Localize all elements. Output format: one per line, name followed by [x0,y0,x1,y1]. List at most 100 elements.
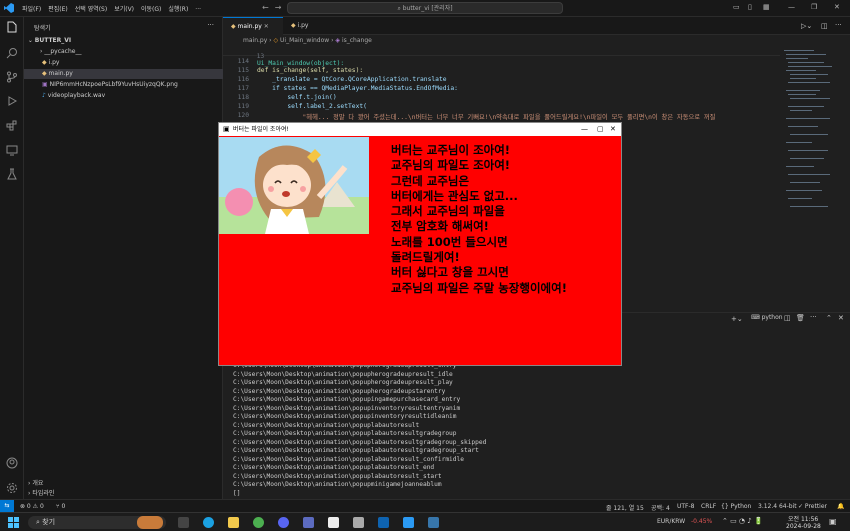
popup-window: ▣ 버터는 파일이 조아여! — ▢ ✕ 버터는 교주님이 조아여! 교주님의 … [218,122,622,366]
breadcrumb-class[interactable]: Ui_Main_window [280,37,329,44]
clock-date[interactable]: 2024-09-28 [786,523,821,530]
discord-icon[interactable] [278,517,289,528]
chrome-icon[interactable] [253,517,264,528]
vscode-taskbar-icon[interactable] [403,517,414,528]
code-line: 114 [223,58,780,67]
app-icon[interactable] [328,517,339,528]
breadcrumb-method[interactable]: is_change [342,37,372,44]
message-line: 버터 싫다고 창을 끄시면 [391,265,509,280]
popup-close-button[interactable]: ✕ [610,123,616,136]
tab-main-py[interactable]: ◆ main.py ✕ [223,17,283,35]
sticky-scroll-line: 13 Ui_Main_window(object): [223,46,780,67]
terminal-shell[interactable]: ⌨ python [751,314,783,321]
nav-arrows[interactable]: ←→ [262,3,287,12]
new-terminal-icon[interactable]: +⌄ [731,315,743,323]
remote-explorer-icon[interactable] [6,144,18,156]
menu-selection[interactable]: 선택 영역(S) [75,4,107,13]
language-mode[interactable]: {} Python [721,503,751,510]
menu-more[interactable]: ... [195,4,201,13]
minimap[interactable] [780,44,838,224]
tree-item-wav[interactable]: ♪ videoplayback.wav [24,91,223,101]
account-icon[interactable] [6,457,18,469]
close-button[interactable]: ✕ [834,3,840,11]
menu-go[interactable]: 이동(G) [141,4,161,13]
cursor-position[interactable]: 줄 121, 열 15 [606,503,644,512]
ports-count[interactable]: ⑂ 0 [56,503,65,510]
popup-maximize-button[interactable]: ▢ [597,123,604,136]
layout-icon[interactable]: ▭ [733,3,740,11]
widget-food-icon[interactable] [137,516,163,529]
powershell-icon[interactable] [378,517,389,528]
command-center-search[interactable]: ⌕ butter_vi [관리자] [287,2,563,14]
code-line: 119 self.label_2.setText( [223,103,780,112]
notification-center-icon[interactable]: ▣ [829,517,837,526]
message-line: 교주님의 파일은 주말 농장행이에여! [391,280,567,295]
outline-section[interactable]: › 개요 [24,479,223,489]
windows-start-icon[interactable] [8,517,19,528]
minimize-button[interactable]: — [788,3,795,11]
currency-change: -0.45% [691,518,713,525]
layout-customize-icon[interactable]: ▦ [763,3,770,11]
source-control-icon[interactable] [6,71,18,83]
menu-edit[interactable]: 편집(E) [48,4,68,13]
line-number: 115 [237,67,249,74]
code-text: def is_change(self, states): [257,67,364,74]
search-icon[interactable] [6,47,18,59]
notifications-bell-icon[interactable]: 🔔 [837,503,844,510]
folder-root[interactable]: ⌄ BUTTER_VI [24,36,223,46]
terminal-line: C:\Users\Moon\Desktop\animation\popuplab… [233,447,479,454]
tree-item-main-py[interactable]: ◆ main.py [24,69,223,79]
task-view-icon[interactable] [178,517,189,528]
trash-icon[interactable]: 🗑 [796,314,805,322]
breadcrumb-file[interactable]: main.py [243,37,267,44]
settings-gear-icon[interactable] [6,482,18,494]
code-text: if states == QMediaPlayer.MediaStatus.En… [257,85,458,92]
explorer-icon[interactable] [6,21,18,33]
python-taskbar-icon[interactable] [428,517,439,528]
editor-more-icon[interactable]: ··· [835,21,842,29]
tab-i-py[interactable]: ◆ i.py [283,17,323,35]
close-tab-icon[interactable]: ✕ [264,23,269,30]
app-icon[interactable] [353,517,364,528]
terminal-more-icon[interactable]: ··· [810,313,817,321]
breadcrumb: main.py › ◇ Ui_Main_window › ◈ is_change [243,37,372,44]
maximize-button[interactable]: ❐ [811,3,817,11]
more-actions-icon[interactable]: ··· [207,21,214,29]
panel-toggle-icon[interactable]: ▯ [748,3,752,11]
code-line: 115 def is_change(self, states): [223,67,780,76]
file-explorer-icon[interactable] [228,517,239,528]
code-text: self.t.join() [257,94,337,101]
tree-item-png[interactable]: ▣ NIP6mmHcNzpoePsLbf9YuvHsUiyzqQK.png [24,80,223,90]
app-icon[interactable] [303,517,314,528]
problems-count[interactable]: ⊗ 0 ⚠ 0 [20,503,44,510]
split-editor-icon[interactable]: ◫ [821,22,828,30]
testing-icon[interactable] [6,168,18,180]
split-terminal-icon[interactable]: ◫ [784,314,791,322]
menu-file[interactable]: 파일(F) [22,4,41,13]
clock-time[interactable]: 오전 11:56 [788,514,818,523]
code-line: 116 _translate = QtCore.QCoreApplication… [223,76,780,85]
terminal-line: C:\Users\Moon\Desktop\animation\popuping… [233,396,461,403]
menu-view[interactable]: 보기(V) [114,4,134,13]
popup-minimize-button[interactable]: — [581,123,588,136]
remote-indicator-icon[interactable]: ⇆ [0,500,14,512]
indentation[interactable]: 공백: 4 [651,503,670,512]
currency-pair: EUR/KRW [657,518,686,525]
edge-browser-icon[interactable] [203,517,214,528]
timeline-section[interactable]: › 타임라인 [24,489,223,499]
line-ending[interactable]: CRLF [701,503,716,510]
chevron-right-icon: › [40,48,43,55]
tray-icons[interactable]: ⌃ ▭ ◔ ♪ 🔋 [722,517,763,525]
menu-run[interactable]: 실행(R) [168,4,188,13]
maximize-panel-icon[interactable]: ⌃ [826,314,832,322]
extensions-icon[interactable] [6,119,18,131]
python-interpreter[interactable]: 3.12.4 64-bit [758,503,797,510]
run-debug-icon[interactable] [6,95,18,107]
encoding[interactable]: UTF-8 [677,503,695,510]
python-file-icon: ◆ [291,22,296,29]
prettier-status[interactable]: ✓ Prettier [798,503,827,510]
tree-item-i-py[interactable]: ◆ i.py [24,58,223,68]
close-panel-icon[interactable]: ✕ [838,314,844,322]
tree-item-pycache[interactable]: › __pycache__ [24,47,223,57]
run-file-icon[interactable]: ▷⌄ [801,22,812,30]
